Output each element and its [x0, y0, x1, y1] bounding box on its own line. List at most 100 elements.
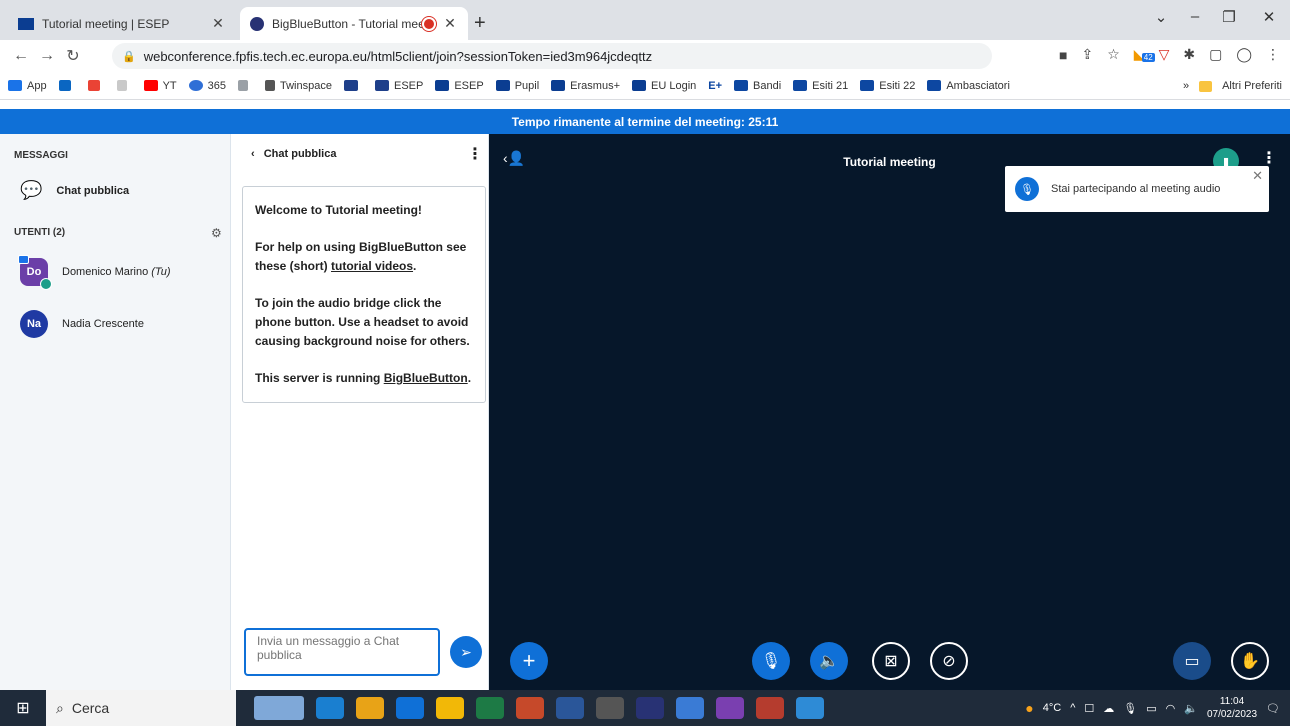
file-explorer-icon[interactable]	[436, 697, 464, 719]
back-button[interactable]: ←	[8, 47, 34, 65]
send-message-button[interactable]: ➢	[450, 636, 482, 668]
more-bookmarks-button[interactable]: »	[1183, 80, 1189, 92]
tab-search-icon[interactable]: ⌄	[1146, 8, 1176, 26]
share-icon[interactable]: ⇪	[1082, 46, 1094, 63]
chat-header[interactable]: ‹ Chat pubblica	[251, 148, 336, 160]
eu-flag-icon	[551, 80, 566, 91]
bookmark-misc[interactable]	[116, 80, 132, 91]
bookmark-esiti-22[interactable]: Esiti 22	[860, 80, 915, 92]
bookmark-app[interactable]: App	[8, 80, 47, 92]
search-label: Cerca	[71, 700, 110, 716]
gear-icon[interactable]: ⚙	[211, 226, 222, 240]
video-editor-icon[interactable]	[716, 697, 744, 719]
user-list-item[interactable]: Na Nadia Crescente	[20, 310, 144, 338]
tutorial-videos-link[interactable]: tutorial videos	[331, 259, 413, 273]
side-panel-icon[interactable]: ▢	[1209, 46, 1222, 63]
camera-icon[interactable]: ■	[1059, 47, 1067, 63]
share-webcam-button[interactable]: ⊠	[872, 642, 910, 680]
taskbar-search[interactable]: ⌕ Cerca	[46, 690, 236, 726]
leave-audio-button[interactable]: 🔈	[810, 642, 848, 680]
bookmark-eplus[interactable]: E+	[708, 80, 722, 92]
bookmark-esep-2[interactable]: ESEP	[435, 80, 484, 92]
powerpoint-icon[interactable]	[516, 697, 544, 719]
bookmark-yt[interactable]: YT	[143, 80, 177, 92]
volume-icon[interactable]: 🔈	[1184, 702, 1198, 715]
send-icon: ➢	[460, 643, 472, 660]
raise-hand-button[interactable]: ✋	[1231, 642, 1269, 680]
bookmark-twinspace[interactable]: Twinspace	[265, 80, 332, 92]
browser-tab-strip: Tutorial meeting | ESEP ✕ BigBlueButton …	[0, 0, 1290, 40]
restore-button[interactable]: ❐	[1214, 8, 1244, 26]
eu-login-icon	[632, 80, 646, 91]
bookmark-esiti-21[interactable]: Esiti 21	[793, 80, 848, 92]
wifi-icon[interactable]: ◠	[1166, 702, 1176, 715]
profile-avatar[interactable]: ◯	[1236, 46, 1252, 63]
bookmark-star-icon[interactable]: ☆	[1107, 46, 1120, 63]
calculator-icon[interactable]	[596, 697, 624, 719]
chat-message-input[interactable]	[244, 628, 440, 676]
game-icon[interactable]	[756, 697, 784, 719]
eplus-icon: E+	[708, 79, 723, 92]
actions-button[interactable]: +	[510, 642, 548, 680]
close-window-button[interactable]: ✕	[1254, 8, 1284, 26]
bookmark-eu-login[interactable]: EU Login	[632, 80, 696, 92]
cloud-icon[interactable]: ☁	[1103, 702, 1114, 715]
bookmark-bandi[interactable]: Bandi	[734, 80, 781, 92]
chevron-up-icon[interactable]: ^	[1070, 702, 1075, 714]
user-name: Domenico Marino	[62, 266, 149, 278]
chrome-icon[interactable]	[356, 697, 384, 719]
browser-menu-icon[interactable]: ⋮	[1266, 46, 1280, 63]
rss-extension-icon[interactable]: ◣ 42	[1134, 46, 1155, 63]
youtube-icon	[143, 80, 158, 91]
close-icon[interactable]: ✕	[1252, 168, 1263, 184]
edge-icon[interactable]	[316, 697, 344, 719]
eu-flag-icon	[18, 17, 34, 30]
system-tray: ● 4°C ^ ☐ ☁ 🎙 ▭ ◠ 🔈 11:04 07/02/2023 🗨	[1025, 690, 1280, 726]
extensions-icon[interactable]: ✱	[1183, 46, 1195, 63]
app-icon[interactable]	[636, 697, 664, 719]
user-list-item[interactable]: Do Domenico Marino (Tu)	[18, 255, 171, 290]
mute-button[interactable]: 🎙	[752, 642, 790, 680]
other-bookmarks[interactable]: Altri Preferiti	[1222, 80, 1282, 92]
bookmark-ambasciatori[interactable]: Ambasciatori	[927, 80, 1010, 92]
tab-tutorial-meeting-esep[interactable]: Tutorial meeting | ESEP ✕	[8, 7, 236, 40]
bigbluebutton-link[interactable]: BigBlueButton	[384, 371, 468, 385]
word-icon[interactable]	[556, 697, 584, 719]
tab-bigbluebutton[interactable]: BigBlueButton - Tutorial mee ✕	[240, 7, 468, 40]
bookmark-misc-2[interactable]	[238, 80, 253, 91]
share-screen-button[interactable]: ⊘	[930, 642, 968, 680]
indire-icon	[374, 80, 389, 91]
photos-icon[interactable]	[796, 697, 824, 719]
bookmark-esep-1[interactable]: ESEP	[374, 80, 423, 92]
bigbluebutton-logo-icon	[250, 16, 264, 31]
shield-icon[interactable]: ▽	[1159, 46, 1170, 63]
public-chat-entry[interactable]: 💬 Chat pubblica	[20, 180, 129, 201]
bookmark-meta[interactable]	[58, 80, 76, 91]
restore-presentation-button[interactable]: ▭	[1173, 642, 1211, 680]
forward-button[interactable]: →	[34, 47, 60, 65]
minimize-button[interactable]: –	[1180, 8, 1210, 25]
bookmark-indire[interactable]	[343, 80, 363, 91]
bookmark-gmail[interactable]	[87, 80, 105, 91]
battery-icon[interactable]: ▭	[1146, 702, 1156, 715]
bookmark-pupil[interactable]: Pupil	[495, 80, 539, 92]
reload-button[interactable]: ↻	[60, 46, 86, 66]
address-bar[interactable]: 🔒 webconference.fpfis.tech.ec.europa.eu/…	[112, 43, 992, 69]
mail-icon[interactable]	[396, 697, 424, 719]
options-menu-icon[interactable]: ⋮	[1261, 148, 1277, 168]
excel-icon[interactable]	[476, 697, 504, 719]
clock[interactable]: 11:04 07/02/2023	[1207, 695, 1257, 721]
close-tab-icon[interactable]: ✕	[442, 15, 458, 32]
close-tab-icon[interactable]: ✕	[210, 15, 226, 32]
notifications-icon[interactable]: 🗨	[1266, 702, 1280, 715]
new-tab-button[interactable]: +	[474, 12, 486, 35]
twinspace-icon	[265, 80, 275, 91]
microphone-icon[interactable]: 🎙	[1123, 702, 1137, 715]
paint-icon[interactable]	[676, 697, 704, 719]
windows-start-icon[interactable]: ⊞	[0, 698, 46, 718]
messages-section-title: MESSAGGI	[14, 150, 68, 161]
meet-now-icon[interactable]: ☐	[1084, 702, 1094, 715]
bookmark-erasmus[interactable]: Erasmus+	[551, 80, 620, 92]
chat-options-icon[interactable]: ⋮	[467, 144, 483, 164]
bookmark-365[interactable]: 365	[188, 80, 226, 92]
